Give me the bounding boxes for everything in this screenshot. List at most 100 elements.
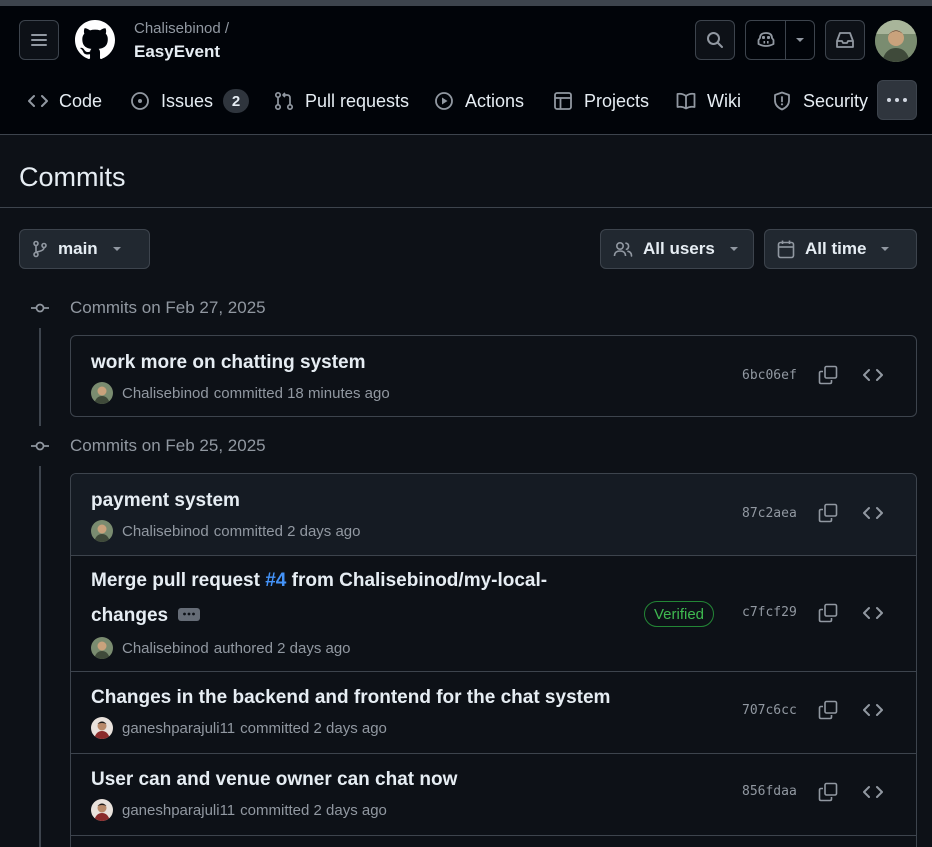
author-avatar-icon — [91, 717, 113, 739]
issues-count-badge: 2 — [223, 89, 250, 113]
author-avatar-icon — [91, 637, 113, 659]
copy-sha-button[interactable] — [818, 782, 838, 807]
browse-repo-button[interactable] — [863, 505, 883, 526]
tab-wiki[interactable]: Wiki — [676, 82, 741, 120]
git-commit-icon — [31, 441, 49, 451]
code-icon — [863, 786, 883, 798]
commit-message-link[interactable]: work more on chatting system — [91, 345, 366, 380]
copilot-dropdown-button[interactable] — [786, 21, 814, 59]
commit-row: payment system Chalisebinod committed 2 … — [71, 474, 916, 555]
tab-projects[interactable]: Projects — [553, 82, 649, 120]
author-avatar[interactable] — [91, 520, 113, 542]
code-icon — [863, 704, 883, 716]
browse-repo-button[interactable] — [863, 784, 883, 805]
copy-icon — [818, 603, 838, 623]
copy-sha-button[interactable] — [818, 603, 838, 628]
copy-icon — [818, 365, 838, 385]
timeline-line — [39, 328, 41, 426]
table-icon — [554, 92, 572, 110]
commit-author-link[interactable]: Chalisebinod — [122, 640, 209, 657]
copy-sha-button[interactable] — [818, 365, 838, 390]
expand-description-button[interactable] — [178, 607, 201, 621]
copy-sha-button[interactable] — [818, 503, 838, 528]
copilot-button[interactable] — [746, 21, 786, 59]
copy-icon — [818, 782, 838, 802]
user-avatar[interactable] — [875, 20, 917, 62]
commit-sha-link[interactable]: 6bc06ef — [742, 368, 797, 383]
commit-group-heading: Commits on Feb 27, 2025 — [70, 298, 266, 317]
commit-message-link[interactable]: from Chalisebinod/my-local- — [286, 570, 548, 591]
repo-owner-link[interactable]: Chalisebinod / — [134, 20, 229, 37]
tab-code[interactable]: Code — [28, 82, 102, 120]
issue-icon — [131, 92, 149, 110]
commit-sha-link[interactable]: c7fcf29 — [742, 605, 797, 620]
copilot-icon — [757, 32, 774, 47]
branch-select-button[interactable]: main — [19, 229, 150, 269]
inbox-button[interactable] — [825, 20, 865, 60]
commit-meta: Chalisebinod committed 18 minutes ago — [91, 382, 390, 404]
copy-sha-button[interactable] — [818, 700, 838, 725]
author-avatar[interactable] — [91, 799, 113, 821]
timeline-line — [39, 466, 41, 847]
author-avatar[interactable] — [91, 717, 113, 739]
commit-time: committed 2 days ago — [240, 801, 387, 819]
triangle-down-icon — [112, 247, 121, 251]
people-icon — [613, 241, 633, 257]
code-icon — [28, 95, 48, 107]
more-tabs-button[interactable] — [877, 80, 917, 120]
commit-row: Changes in the backend and frontend for … — [71, 671, 916, 753]
tab-pull-requests[interactable]: Pull requests — [274, 82, 409, 120]
browse-repo-button[interactable] — [863, 702, 883, 723]
author-avatar[interactable] — [91, 382, 113, 404]
users-filter-label: All users — [643, 239, 715, 258]
commit-message-link[interactable]: User can and venue owner can chat now — [91, 762, 457, 797]
tab-issues[interactable]: Issues 2 — [130, 82, 250, 120]
commit-group-icon — [30, 436, 50, 456]
code-icon — [863, 369, 883, 381]
commit-group-heading: Commits on Feb 25, 2025 — [70, 436, 266, 455]
browse-repo-button[interactable] — [863, 367, 883, 388]
users-filter-button[interactable]: All users — [600, 229, 754, 269]
commit-author-link[interactable]: Chalisebinod — [122, 385, 209, 402]
commit-sha-link[interactable]: 87c2aea — [742, 506, 797, 521]
commit-list: work more on chatting system Chalisebino… — [70, 335, 917, 417]
commit-row — [71, 835, 916, 847]
tab-actions[interactable]: Actions — [434, 82, 524, 120]
author-avatar-icon — [91, 520, 113, 542]
tab-actions-label: Actions — [465, 90, 525, 111]
author-avatar-icon — [91, 799, 113, 821]
commit-author-link[interactable]: ganeshparajuli11 — [122, 802, 235, 819]
git-branch-icon — [33, 240, 47, 258]
avatar-photo-icon — [875, 20, 917, 62]
commit-author-link[interactable]: ganeshparajuli11 — [122, 720, 235, 737]
branch-select-label: main — [58, 239, 98, 258]
commit-row: Merge pull request #4 from Chalisebinod/… — [71, 555, 916, 671]
time-filter-button[interactable]: All time — [764, 229, 917, 269]
commit-time: authored 2 days ago — [213, 639, 351, 657]
commit-author-link[interactable]: Chalisebinod — [122, 523, 209, 540]
code-icon — [863, 507, 883, 519]
copy-icon — [818, 700, 838, 720]
commit-message-link[interactable]: Changes in the backend and frontend for … — [91, 680, 610, 715]
commit-message-link[interactable]: changes — [91, 605, 168, 626]
author-avatar-icon — [91, 382, 113, 404]
triangle-down-icon — [881, 247, 890, 251]
tab-security[interactable]: Security — [772, 82, 868, 120]
commit-message-link[interactable]: Merge pull request — [91, 570, 265, 591]
commit-message-link[interactable]: payment system — [91, 483, 240, 518]
triangle-down-icon — [796, 38, 804, 42]
tab-code-label: Code — [59, 90, 103, 111]
commit-meta: ganeshparajuli11 committed 2 days ago — [91, 799, 387, 821]
pull-request-link[interactable]: #4 — [265, 570, 286, 591]
commit-sha-link[interactable]: 856fdaa — [742, 784, 797, 799]
author-avatar[interactable] — [91, 637, 113, 659]
verified-badge[interactable]: Verified — [644, 601, 714, 627]
github-logo-icon[interactable] — [75, 20, 115, 60]
commit-message: Merge pull request #4 from Chalisebinod/… — [91, 563, 547, 633]
repo-name-link[interactable]: EasyEvent — [134, 42, 220, 62]
menu-button[interactable] — [19, 20, 59, 60]
search-button[interactable] — [695, 20, 735, 60]
copilot-button-group — [745, 20, 815, 60]
commit-sha-link[interactable]: 707c6cc — [742, 703, 797, 718]
browse-repo-button[interactable] — [863, 605, 883, 626]
